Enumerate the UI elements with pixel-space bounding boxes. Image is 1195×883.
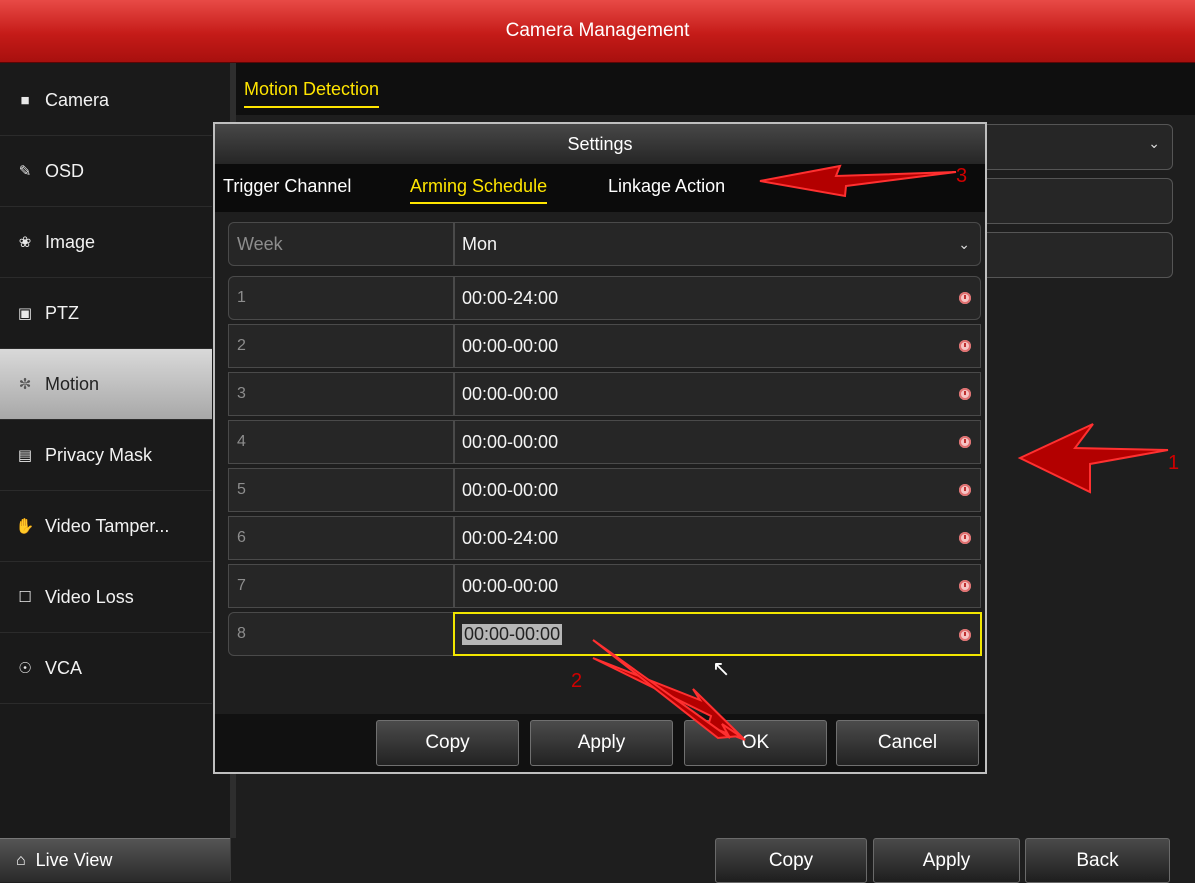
copy-button[interactable]: Copy	[715, 838, 867, 883]
mouse-cursor-icon: ↖	[712, 656, 731, 681]
clock-icon[interactable]	[959, 629, 971, 641]
sidebar-item-osd[interactable]: ✎ OSD	[0, 136, 212, 207]
clock-icon[interactable]	[959, 340, 971, 352]
dialog-copy-button[interactable]: Copy	[376, 720, 519, 766]
image-icon: ❀	[18, 234, 32, 251]
sidebar-item-label: Image	[45, 231, 96, 252]
period-number: 5	[228, 468, 454, 512]
camera-icon: ■	[20, 91, 30, 109]
dialog-header: Settings	[215, 124, 985, 164]
chevron-down-icon: ⌄	[1148, 135, 1160, 151]
period-time: 00:00-24:00	[462, 287, 559, 308]
period-time-field[interactable]: 00:00-24:00	[454, 516, 981, 560]
annotation-number-1: 1	[1168, 452, 1180, 474]
dialog-apply-button[interactable]: Apply	[530, 720, 673, 766]
vca-icon: ☉	[18, 660, 32, 677]
period-number: 1	[228, 276, 454, 320]
period-time-field-selected[interactable]: 00:00-00:00	[453, 612, 982, 656]
dialog-tab-bar: Trigger Channel Arming Schedule Linkage …	[215, 164, 985, 212]
period-number: 4	[228, 420, 454, 464]
period-number: 7	[228, 564, 454, 608]
period-time-field[interactable]: 00:00-00:00	[454, 564, 981, 608]
annotation-number-3: 3	[956, 165, 968, 187]
sidebar-item-video-tamper[interactable]: ✋ Video Tamper...	[0, 491, 212, 562]
sidebar-item-privacy-mask[interactable]: ▤ Privacy Mask	[0, 420, 212, 491]
sidebar-item-vca[interactable]: ☉ VCA	[0, 633, 212, 704]
title-bar: Camera Management	[0, 0, 1195, 63]
sidebar-item-label: OSD	[45, 160, 85, 181]
tab-trigger-channel[interactable]: Trigger Channel	[223, 176, 351, 197]
sidebar-item-label: Privacy Mask	[45, 444, 153, 465]
background-dropdown[interactable]: ⌄	[980, 124, 1173, 170]
clock-icon[interactable]	[959, 532, 971, 544]
sidebar-item-label: VCA	[45, 657, 83, 678]
period-number: 2	[228, 324, 454, 368]
period-number: 8	[228, 612, 454, 656]
period-time: 00:00-00:00	[462, 575, 559, 596]
privacy-mask-icon: ▤	[17, 447, 33, 464]
sidebar-item-label: Video Loss	[45, 586, 134, 607]
annotation-number-2: 2	[571, 670, 583, 692]
window-title: Camera Management	[505, 20, 690, 41]
period-time-field[interactable]: 00:00-00:00	[454, 420, 981, 464]
clock-icon[interactable]	[959, 292, 971, 304]
live-view-label: Live View	[35, 850, 113, 870]
period-time: 00:00-00:00	[462, 335, 559, 356]
settings-dialog: Settings Trigger Channel Arming Schedule…	[213, 122, 987, 774]
period-time: 00:00-00:00	[462, 431, 559, 452]
period-number: 6	[228, 516, 454, 560]
annotation-arrow-1	[1017, 423, 1169, 494]
week-value: Mon	[462, 233, 498, 254]
clock-icon[interactable]	[959, 436, 971, 448]
sidebar-item-label: Camera	[45, 89, 110, 110]
period-time: 00:00-00:00	[462, 383, 559, 404]
motion-icon: ✼	[18, 376, 32, 393]
video-loss-icon: ☐	[18, 589, 32, 606]
hand-icon: ✋	[15, 518, 35, 535]
home-icon: ⌂	[16, 851, 26, 869]
live-view-button[interactable]: ⌂ Live View	[0, 838, 230, 882]
week-select[interactable]: Mon ⌄	[454, 222, 981, 266]
clock-icon[interactable]	[959, 580, 971, 592]
period-time-field[interactable]: 00:00-00:00	[454, 372, 981, 416]
period-time-field[interactable]: 00:00-24:00	[454, 276, 981, 320]
period-number: 3	[228, 372, 454, 416]
period-time-field[interactable]: 00:00-00:00	[454, 324, 981, 368]
apply-button[interactable]: Apply	[873, 838, 1020, 883]
main-tab-bar	[236, 63, 1195, 115]
dialog-title: Settings	[567, 134, 633, 154]
period-time: 00:00-00:00	[462, 479, 559, 500]
tab-linkage-action[interactable]: Linkage Action	[608, 176, 725, 197]
sidebar-item-camera[interactable]: ■ Camera	[0, 65, 212, 136]
back-button[interactable]: Back	[1025, 838, 1170, 883]
sidebar-item-label: Video Tamper...	[45, 515, 170, 536]
ptz-icon: ▣	[17, 305, 33, 322]
osd-icon: ✎	[18, 163, 32, 180]
sidebar-item-video-loss[interactable]: ☐ Video Loss	[0, 562, 212, 633]
chevron-down-icon: ⌄	[958, 236, 970, 252]
background-field[interactable]	[980, 232, 1173, 278]
tab-motion-detection[interactable]: Motion Detection	[244, 79, 380, 108]
period-time-field[interactable]: 00:00-00:00	[454, 468, 981, 512]
sidebar-item-label: PTZ	[45, 302, 79, 323]
period-time: 00:00-24:00	[462, 527, 559, 548]
sidebar-item-motion[interactable]: ✼ Motion	[0, 349, 212, 420]
sidebar-item-image[interactable]: ❀ Image	[0, 207, 212, 278]
clock-icon[interactable]	[959, 484, 971, 496]
sidebar: ■ Camera ✎ OSD ❀ Image ▣ PTZ ✼ Motion ▤ …	[0, 63, 231, 881]
clock-icon[interactable]	[959, 388, 971, 400]
dialog-cancel-button[interactable]: Cancel	[836, 720, 979, 766]
tab-arming-schedule[interactable]: Arming Schedule	[410, 176, 548, 204]
sidebar-item-ptz[interactable]: ▣ PTZ	[0, 278, 212, 349]
dialog-ok-button[interactable]: OK	[684, 720, 827, 766]
period-time: 00:00-00:00	[462, 623, 563, 645]
sidebar-item-label: Motion	[45, 373, 100, 394]
week-label: Week	[228, 222, 454, 266]
background-field[interactable]	[980, 178, 1173, 224]
